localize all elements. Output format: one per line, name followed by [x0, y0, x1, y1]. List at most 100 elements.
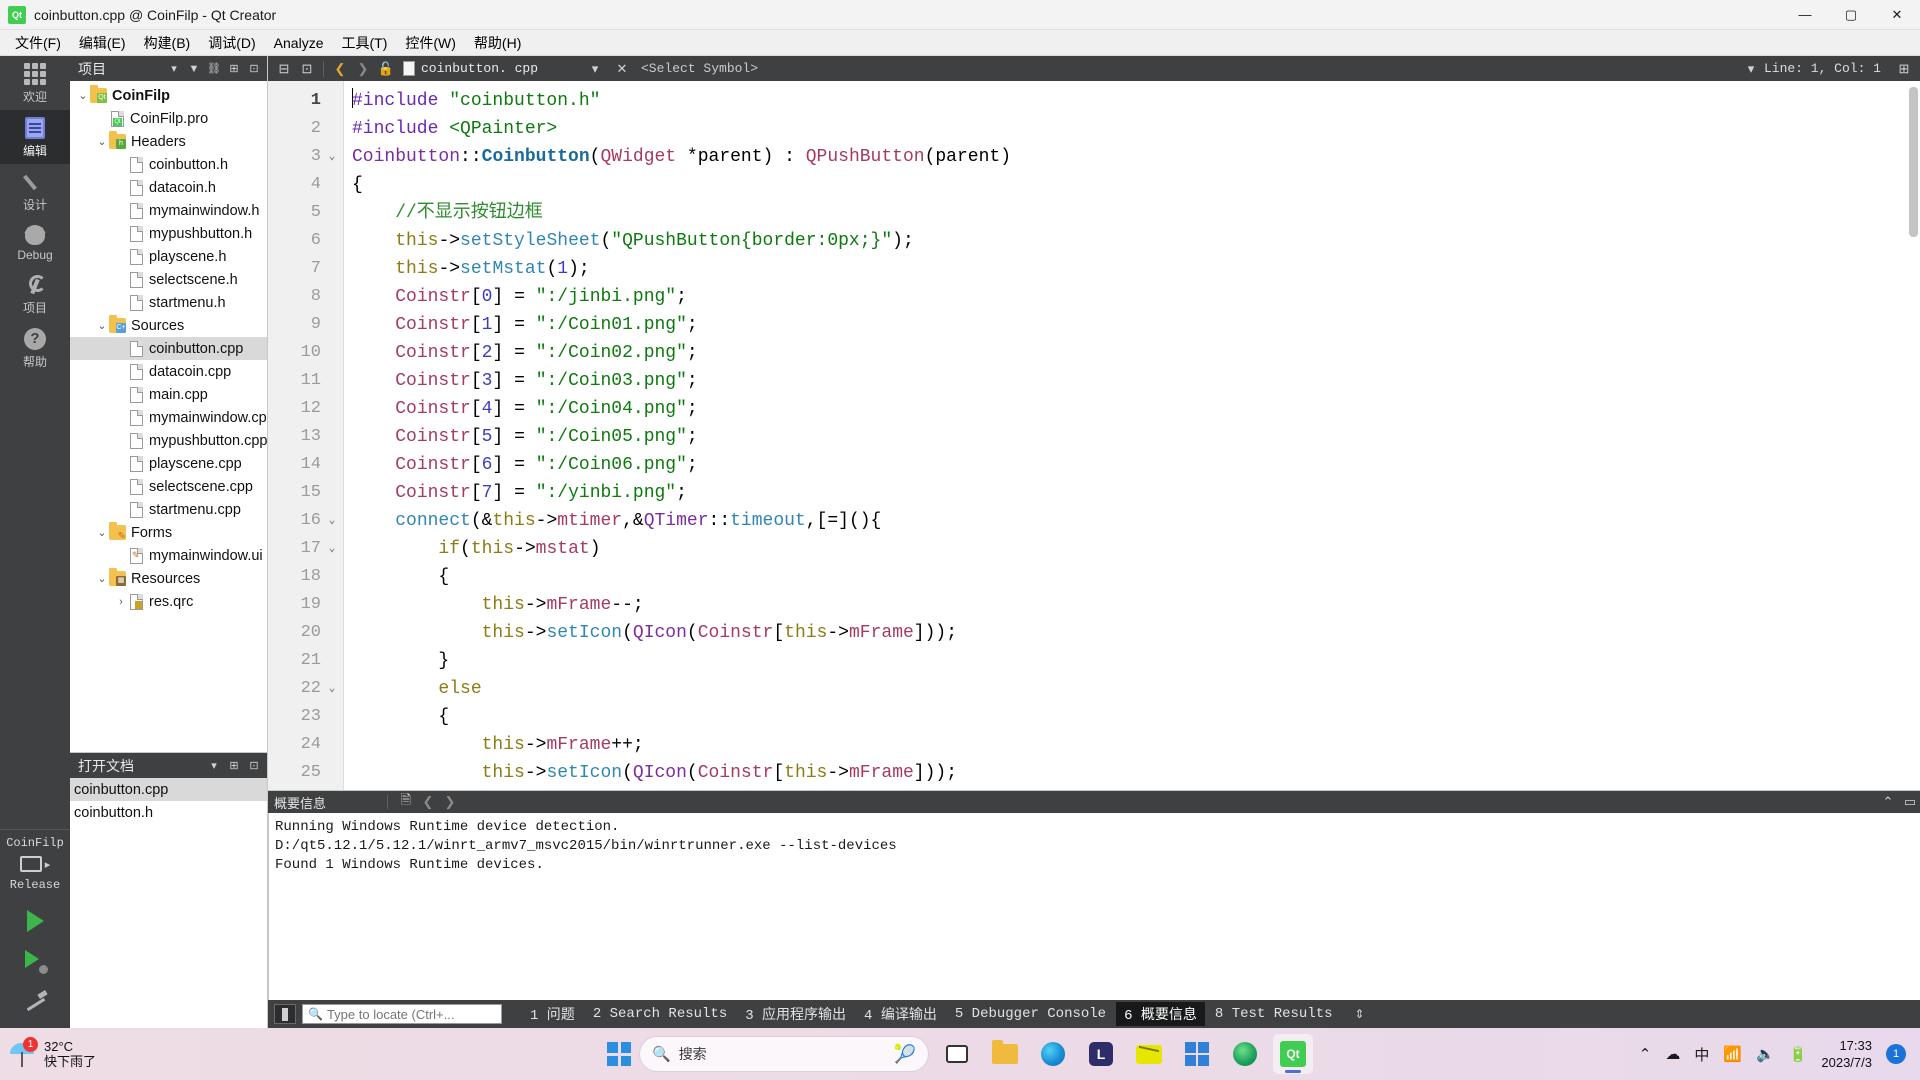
output-tab[interactable]: 5 Debugger Console [947, 1004, 1114, 1024]
sidebar-toggle-icon[interactable] [274, 1004, 296, 1024]
output-tab-bar[interactable]: 1 问题2 Search Results3 应用程序输出4 编译输出5 Debu… [522, 1002, 1341, 1026]
project-tree[interactable]: ⌄QtCoinFilpQtCoinFilp.pro⌄hHeaderscoinbu… [70, 81, 267, 752]
tree-item-selectscene-h[interactable]: selectscene.h [70, 268, 267, 291]
taskbar-search-box[interactable]: 🔍 搜索 🎾 [639, 1036, 929, 1072]
open-documents-split-icon[interactable]: ⊞ [225, 756, 243, 776]
tree-item-playscene-cpp[interactable]: playscene.cpp [70, 452, 267, 475]
tree-item-coinbutton-h[interactable]: coinbutton.h [70, 153, 267, 176]
taskbar-weather-widget[interactable]: 1 32°C 快下雨了 [10, 1039, 96, 1069]
tree-item-sources[interactable]: ⌄C+Sources [70, 314, 267, 337]
tree-item-datacoin-cpp[interactable]: datacoin.cpp [70, 360, 267, 383]
ime-chinese-icon[interactable]: 中 [1694, 1044, 1709, 1065]
menu-window[interactable]: 控件(W) [396, 30, 465, 56]
mail-icon[interactable] [1129, 1034, 1169, 1074]
open-document-coinbutton-h[interactable]: coinbutton.h [70, 801, 267, 824]
output-tab[interactable]: 6 概要信息 [1116, 1002, 1205, 1026]
mode-3[interactable]: Debug [0, 218, 70, 267]
menu-tools[interactable]: 工具(T) [332, 30, 396, 56]
fold-chevron-icon[interactable]: ⌄ [325, 535, 339, 563]
tree-item-res-qrc[interactable]: ›res.qrc [70, 590, 267, 613]
chevron-icon[interactable]: ⌄ [95, 572, 109, 585]
prev-item-icon[interactable]: ❮ [418, 792, 438, 812]
mode-2[interactable]: 设计 [0, 164, 70, 218]
store-icon[interactable] [1177, 1034, 1217, 1074]
volume-icon[interactable]: 🔈 [1756, 1045, 1775, 1063]
tree-item-headers[interactable]: ⌄hHeaders [70, 130, 267, 153]
chevron-icon[interactable]: ⌄ [95, 135, 109, 148]
close-button[interactable]: ✕ [1874, 0, 1920, 30]
output-tab[interactable]: 3 应用程序输出 [737, 1002, 854, 1026]
app-purple-icon[interactable]: L [1081, 1034, 1121, 1074]
filter-dropdown-icon[interactable]: ▾ [165, 59, 183, 79]
menu-edit[interactable]: 编辑(E) [70, 30, 135, 56]
output-tab[interactable]: 1 问题 [522, 1002, 583, 1026]
output-tab[interactable]: 8 Test Results [1207, 1004, 1341, 1024]
code-text-area[interactable]: #include "coinbutton.h"#include <QPainte… [344, 81, 1920, 790]
output-tab[interactable]: 4 编译输出 [856, 1002, 945, 1026]
onedrive-cloud-icon[interactable]: ☁ [1665, 1045, 1680, 1063]
link-with-editor-icon[interactable]: ⛓ [205, 59, 223, 79]
kit-target[interactable]: ▸ [20, 856, 51, 872]
fold-chevron-icon[interactable]: ⌄ [325, 507, 339, 535]
tree-item-mymainwindow-h[interactable]: mymainwindow.h [70, 199, 267, 222]
tree-item-startmenu-cpp[interactable]: startmenu.cpp [70, 498, 267, 521]
tree-item-selectscene-cpp[interactable]: selectscene.cpp [70, 475, 267, 498]
open-document-coinbutton-cpp[interactable]: coinbutton.cpp [70, 778, 267, 801]
tree-item-coinfilp[interactable]: ⌄QtCoinFilp [70, 84, 267, 107]
split-editor-icon[interactable]: ⊟ [274, 59, 294, 79]
symbol-selector[interactable]: <Select Symbol> [641, 61, 758, 76]
notification-badge[interactable]: 1 [1886, 1044, 1906, 1064]
tree-item-mypushbutton-cpp[interactable]: mypushbutton.cpp [70, 429, 267, 452]
tree-item-main-cpp[interactable]: main.cpp [70, 383, 267, 406]
maximize-output-icon[interactable]: ⌃ [1878, 792, 1898, 812]
close-output-icon[interactable]: ▭ [1900, 792, 1920, 812]
tree-item-mymainwindow-cpp[interactable]: mymainwindow.cpp [70, 406, 267, 429]
menu-analyze[interactable]: Analyze [265, 32, 333, 54]
mode-5[interactable]: ?帮助 [0, 321, 70, 375]
nav-back-icon[interactable]: ❮ [330, 59, 350, 79]
chevron-icon[interactable]: ⌄ [95, 526, 109, 539]
file-close-icon[interactable]: ✕ [612, 59, 632, 79]
kit-selector[interactable]: CoinFilp ▸ Release [0, 829, 70, 1028]
mode-4[interactable]: 项目 [0, 267, 70, 321]
maximize-button[interactable]: ▢ [1828, 0, 1874, 30]
code-editor[interactable]: 123⌄45678910111213141516⌄17⌄1819202122⌄2… [268, 81, 1920, 790]
tree-item-datacoin-h[interactable]: datacoin.h [70, 176, 267, 199]
close-panel-icon[interactable]: ⊡ [245, 59, 263, 79]
edge-browser-icon[interactable] [1033, 1034, 1073, 1074]
chevron-icon[interactable]: ⌄ [76, 89, 90, 102]
minimize-button[interactable]: — [1782, 0, 1828, 30]
qt-creator-icon[interactable]: Qt [1273, 1034, 1313, 1074]
next-item-icon[interactable]: ❯ [440, 792, 460, 812]
split-icon[interactable]: ⊞ [225, 59, 243, 79]
run-button[interactable] [15, 904, 55, 938]
nav-forward-icon[interactable]: ❯ [353, 59, 373, 79]
battery-icon[interactable]: 🔋 [1789, 1045, 1808, 1063]
menu-build[interactable]: 构建(B) [135, 30, 200, 56]
open-documents-close-icon[interactable]: ⊡ [245, 756, 263, 776]
chevron-icon[interactable]: ⌄ [95, 319, 109, 332]
tree-item-forms[interactable]: ⌄Forms [70, 521, 267, 544]
locator-input[interactable]: 🔍 Type to locate (Ctrl+... [302, 1004, 502, 1024]
unlock-icon[interactable]: 🔓 [376, 59, 396, 79]
output-text[interactable]: Running Windows Runtime device detection… [268, 813, 1920, 1000]
menu-help[interactable]: 帮助(H) [465, 30, 530, 56]
filter-icon[interactable]: ▼ [185, 59, 203, 79]
symbol-dropdown-icon[interactable]: ▾ [1741, 59, 1761, 79]
close-split-icon[interactable]: ⊡ [297, 59, 317, 79]
build-button[interactable] [15, 984, 55, 1018]
output-tab[interactable]: 2 Search Results [585, 1004, 735, 1024]
fold-chevron-icon[interactable]: ⌄ [325, 143, 339, 171]
taskbar-clock[interactable]: 17:33 2023/7/3 [1821, 1037, 1872, 1071]
clear-output-icon[interactable]: 🗎 [396, 792, 416, 812]
show-hidden-icons-icon[interactable]: ⌃ [1639, 1045, 1652, 1063]
tree-item-playscene-h[interactable]: playscene.h [70, 245, 267, 268]
debug-button[interactable] [15, 944, 55, 978]
tree-item-coinbutton-cpp[interactable]: coinbutton.cpp [70, 337, 267, 360]
menu-file[interactable]: 文件(F) [6, 30, 70, 56]
wifi-icon[interactable]: 📶 [1723, 1045, 1742, 1063]
editor-vertical-scrollbar[interactable] [1909, 87, 1918, 237]
tree-item-resources[interactable]: ⌄▦Resources [70, 567, 267, 590]
fold-chevron-icon[interactable]: ⌄ [325, 675, 339, 703]
tree-item-startmenu-h[interactable]: startmenu.h [70, 291, 267, 314]
